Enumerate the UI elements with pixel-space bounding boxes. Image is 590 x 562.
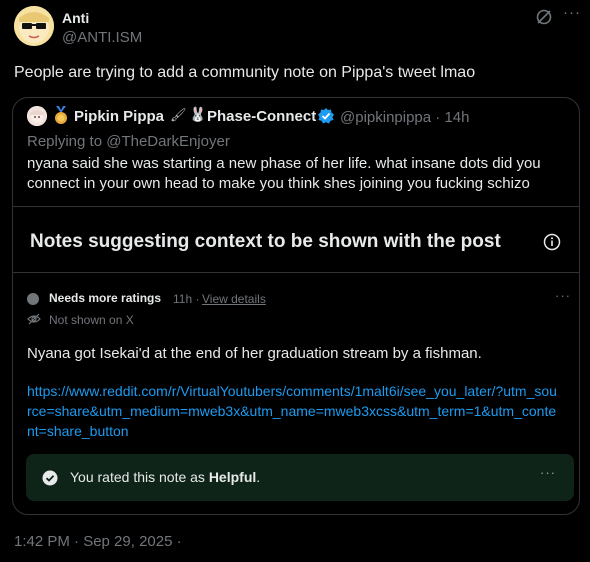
note-more-icon[interactable]: ··· [555, 288, 571, 303]
author-avatar[interactable] [14, 6, 54, 46]
view-details-link[interactable]: View details [202, 292, 266, 306]
author-handle[interactable]: @ANTI.ISM [62, 29, 142, 46]
notes-header: Notes suggesting context to be shown wit… [30, 231, 501, 252]
divider [13, 272, 579, 273]
status-dot [27, 293, 39, 305]
note-source-link[interactable]: https://www.reddit.com/r/VirtualYoutuber… [27, 381, 557, 441]
eye-slash-icon [27, 312, 41, 326]
divider [13, 206, 579, 207]
brush-emoji: 🖌 [170, 107, 187, 122]
quote-author-name[interactable]: Pipkin Pippa [74, 108, 164, 125]
quote-author-avatar[interactable] [27, 106, 47, 126]
quote-text: nyana said she was starting a new phase … [27, 155, 541, 192]
rated-value: Helpful [208, 469, 257, 485]
rated-helpful-banner: You rated this note as Helpful. ··· [26, 454, 574, 501]
info-icon[interactable] [543, 233, 561, 251]
note-status: Needs more ratings [49, 291, 162, 305]
medal-icon [53, 106, 69, 126]
quote-author-handle[interactable]: @pipkinpippa · 14h [340, 109, 469, 126]
post-text: People are trying to add a community not… [14, 64, 476, 81]
quoted-post-card[interactable]: Pipkin Pippa 🖌 🐰 Phase-Connect @pipkinpi… [12, 97, 580, 515]
more-options-icon[interactable]: ··· [563, 4, 581, 21]
verified-badge-icon [317, 107, 335, 125]
check-circle-icon [42, 470, 58, 486]
not-shown-label: Not shown on X [49, 313, 134, 327]
note-time: 11h · [173, 292, 200, 306]
bunny-emoji: 🐰 [189, 106, 207, 122]
author-name[interactable]: Anti [62, 10, 89, 26]
rated-more-icon[interactable]: ··· [540, 465, 556, 480]
grok-icon[interactable] [535, 8, 553, 26]
note-body: Nyana got Isekai'd at the end of her gra… [27, 345, 482, 362]
rated-text: You rated this note as Helpful. [70, 469, 261, 485]
quote-author-name-suffix[interactable]: Phase-Connect [207, 108, 316, 125]
replying-to[interactable]: Replying to @TheDarkEnjoyer [27, 133, 230, 150]
post-timestamp[interactable]: 1:42 PM · Sep 29, 2025 · [14, 533, 182, 550]
